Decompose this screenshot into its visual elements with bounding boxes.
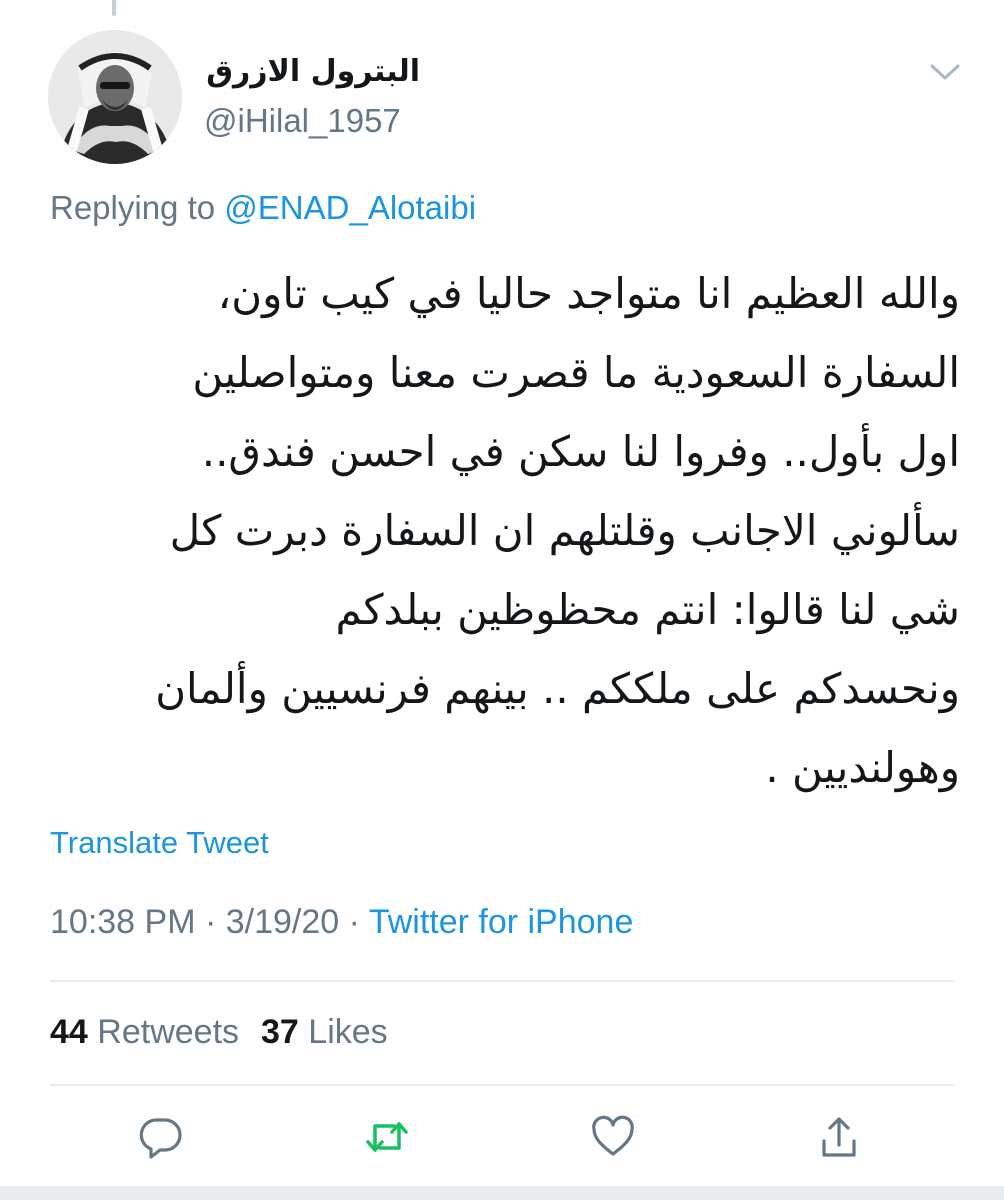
tweet-body-text: والله العظيم انا متواجد حاليا في كيب تاو… xyxy=(155,269,960,792)
retweets-label: Retweets xyxy=(97,1013,240,1051)
retweet-icon xyxy=(366,1122,408,1152)
likes-stat[interactable]: 37 Likes xyxy=(261,1013,388,1051)
tweet-stats: 44 Retweets 37 Likes xyxy=(50,1010,388,1054)
translate-tweet-link[interactable]: Translate Tweet xyxy=(50,822,269,864)
heart-icon xyxy=(592,1115,634,1156)
profile-photo-icon xyxy=(48,30,182,164)
likes-label: Likes xyxy=(308,1013,388,1051)
retweets-stat[interactable]: 44 Retweets xyxy=(50,1013,239,1051)
reply-button[interactable] xyxy=(138,1114,184,1160)
divider xyxy=(50,980,954,982)
likes-count: 37 xyxy=(261,1013,299,1051)
comment-icon xyxy=(139,1118,182,1159)
meta-separator: · xyxy=(195,903,226,941)
tweet-time: 10:38 PM xyxy=(50,903,196,941)
divider xyxy=(50,1084,954,1086)
thread-connector-line xyxy=(112,0,116,16)
replying-to-label: Replying to xyxy=(50,189,216,226)
meta-separator: · xyxy=(339,903,369,941)
avatar[interactable] xyxy=(48,30,182,164)
author-display-name[interactable]: البترول الازرق xyxy=(204,52,420,92)
tweet-source-link[interactable]: Twitter for iPhone xyxy=(369,903,634,941)
bottom-separator-strip xyxy=(0,1186,1004,1200)
tweet-meta: 10:38 PM · 3/19/20 · Twitter for iPhone xyxy=(50,900,633,944)
share-button[interactable] xyxy=(816,1114,862,1160)
author-handle[interactable]: @iHilal_1957 xyxy=(204,100,401,142)
retweet-button[interactable] xyxy=(364,1114,410,1160)
tweet-date: 3/19/20 xyxy=(225,903,340,941)
chevron-down-icon[interactable] xyxy=(928,60,962,84)
share-icon xyxy=(822,1117,856,1157)
reply-mention-link[interactable]: @ENAD_Alotaibi xyxy=(224,189,476,226)
replying-to-line: Replying to @ENAD_Alotaibi xyxy=(50,186,476,230)
retweets-count: 44 xyxy=(50,1013,88,1051)
like-button[interactable] xyxy=(590,1114,636,1160)
